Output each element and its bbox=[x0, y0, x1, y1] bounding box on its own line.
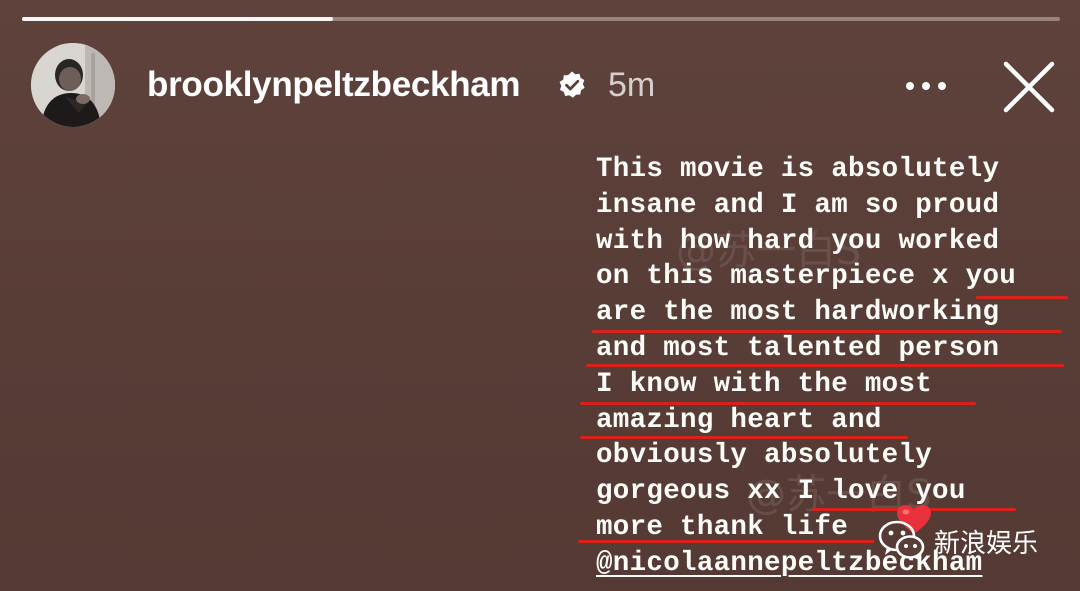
story-progress-bar bbox=[22, 17, 1060, 21]
story-timestamp: 5m bbox=[608, 66, 656, 104]
caption-line: I know with the most bbox=[596, 368, 933, 400]
wechat-icon bbox=[878, 520, 925, 561]
source-badge: 新浪娱乐 bbox=[878, 516, 1038, 566]
highlight-underline bbox=[580, 402, 976, 405]
story-progress-fill bbox=[22, 17, 334, 21]
caption-line: amazing heart and bbox=[596, 404, 882, 436]
story-viewer[interactable]: brooklynpeltzbeckham 5m @苏一白S @苏一白S This… bbox=[0, 0, 1080, 591]
story-username[interactable]: brooklynpeltzbeckham bbox=[147, 60, 521, 110]
caption-line: with how hard you worked bbox=[596, 225, 1000, 257]
verified-badge-icon bbox=[559, 71, 585, 98]
avatar[interactable] bbox=[31, 43, 115, 127]
highlight-underline bbox=[578, 540, 874, 543]
highlight-underline bbox=[592, 330, 1062, 333]
highlight-underline bbox=[586, 364, 1064, 367]
avatar-photo-icon bbox=[31, 43, 115, 127]
caption-line: This movie is absolutely bbox=[596, 154, 1000, 185]
caption-line: and most talented person bbox=[596, 332, 1000, 364]
close-icon[interactable] bbox=[998, 56, 1060, 118]
source-label: 新浪娱乐 bbox=[934, 528, 1039, 559]
caption-line: gorgeous xx I love you bbox=[596, 476, 966, 508]
more-horizontal-icon[interactable] bbox=[899, 68, 953, 104]
highlight-underline bbox=[976, 296, 1068, 299]
caption-line: on this masterpiece x you bbox=[596, 261, 1017, 293]
caption-line: obviously absolutely bbox=[596, 440, 933, 472]
highlight-underline bbox=[580, 436, 908, 439]
caption-line: insane and I am so proud bbox=[596, 189, 1000, 221]
caption-line: are the most hardworking bbox=[596, 297, 1000, 329]
